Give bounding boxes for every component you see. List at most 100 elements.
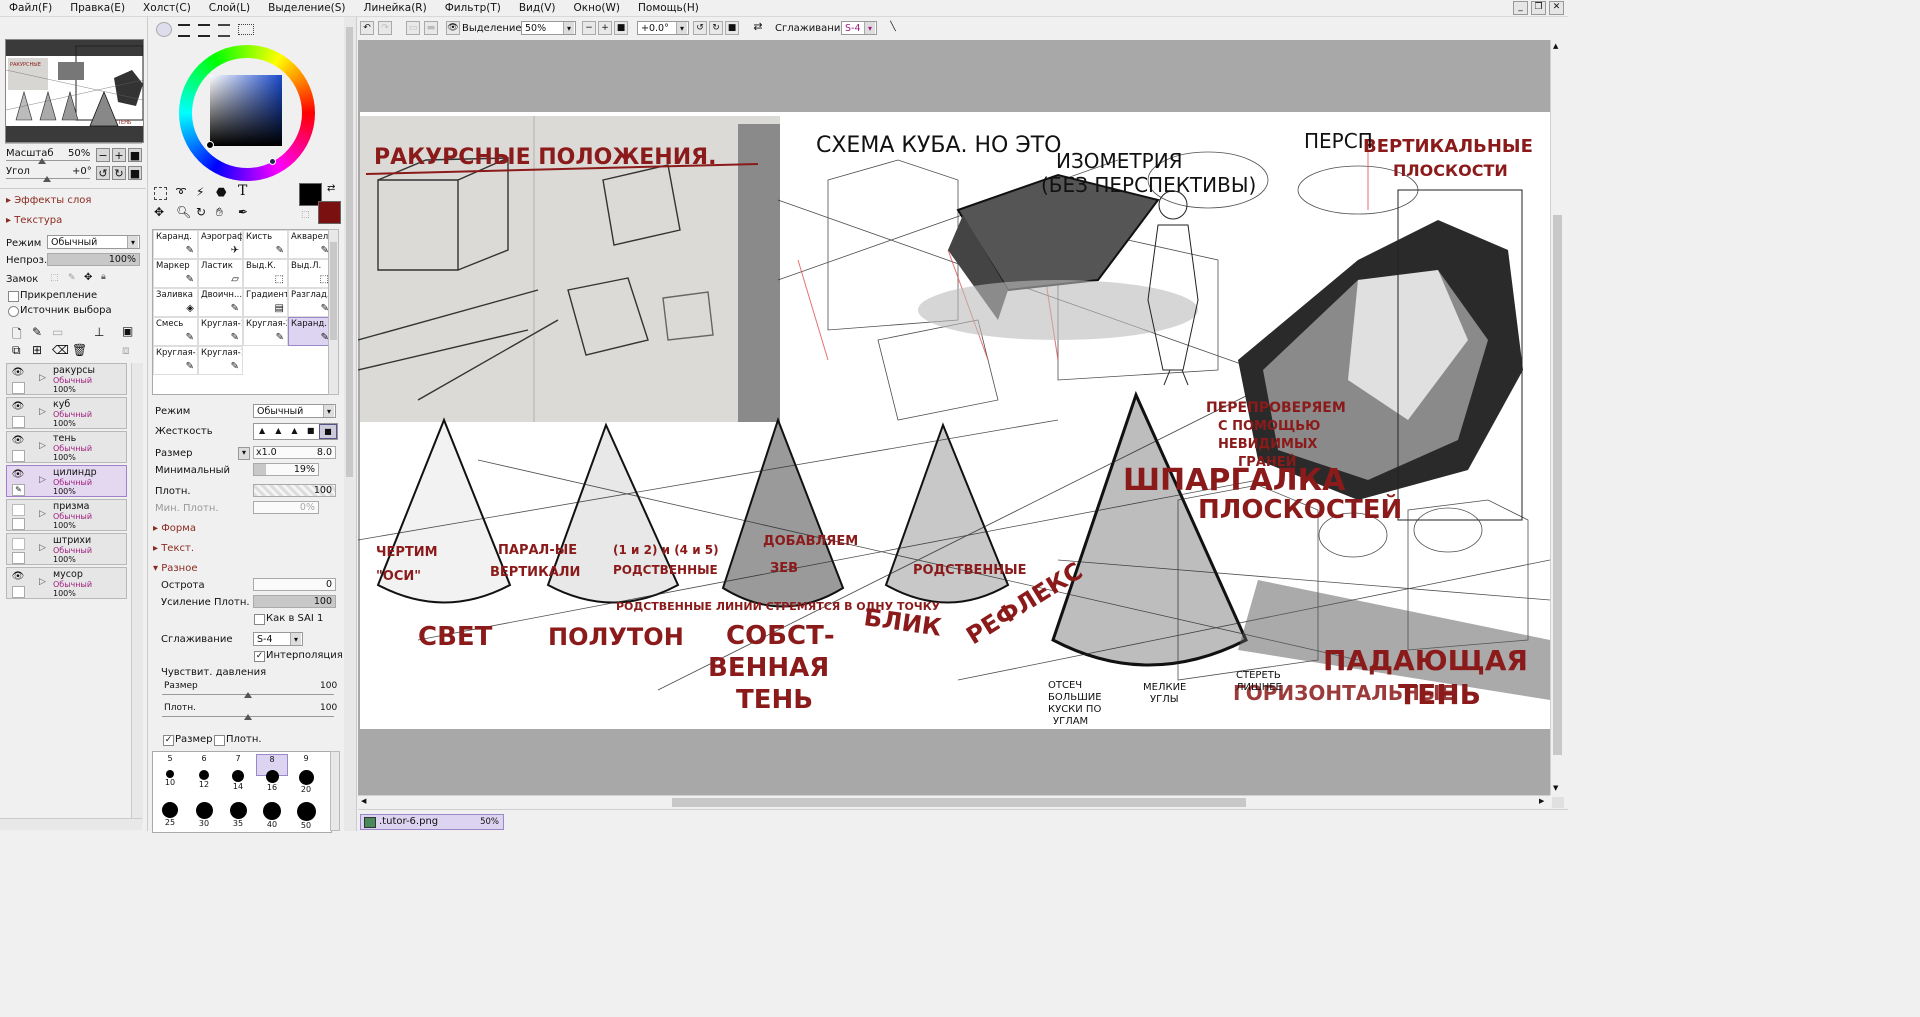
tool-watercolor[interactable]: Акварель ✎ — [288, 230, 333, 259]
layer-opacity-slider[interactable]: 100% — [47, 253, 140, 266]
rotate-ccw-icon[interactable]: ↺ — [693, 21, 707, 35]
menu-selection[interactable]: Выделение(S) — [259, 2, 354, 14]
rotate-reset-button[interactable]: ■ — [128, 166, 142, 180]
ruler-layer-icon[interactable]: ⊥ — [94, 325, 104, 339]
brush-size-preset[interactable]: 12 — [188, 768, 220, 796]
eye-icon[interactable]: 👁︎ — [11, 435, 25, 447]
eye-icon[interactable]: 👁︎ — [11, 367, 25, 379]
tool-bucket[interactable]: Заливка ◈ — [153, 288, 198, 317]
menu-layer[interactable]: Слой(L) — [200, 2, 259, 14]
interpolation-checkbox[interactable]: ✓ — [254, 651, 265, 662]
hue-marker[interactable] — [269, 158, 276, 165]
layer-effects-toggle[interactable]: ▸ Эффекты слоя — [6, 195, 91, 206]
layer-list-scrollbar[interactable] — [131, 363, 143, 823]
menu-window[interactable]: Окно(W) — [565, 2, 629, 14]
color-wheel-tab[interactable] — [156, 22, 172, 37]
tool-grid-scrollbar[interactable] — [328, 229, 339, 395]
move-tool-icon[interactable]: ✥ — [154, 205, 164, 219]
brush-size-preset[interactable]: 40 — [256, 800, 288, 832]
brush-size-preset[interactable]: 16 — [256, 768, 288, 796]
navigator-thumbnail[interactable]: РАКУРСНЫЕ ТЕНЬ — [5, 39, 144, 143]
panel-splitter[interactable] — [344, 17, 357, 831]
preset-density-checkbox[interactable] — [214, 735, 225, 746]
brush-size-preset[interactable]: 30 — [188, 800, 220, 832]
size-mult-select[interactable]: ▾ — [238, 447, 250, 460]
merge-down-icon[interactable]: ⊞ — [32, 343, 42, 357]
eye-icon[interactable]: 👁︎ — [11, 469, 25, 481]
tool-blend[interactable]: Смесь ✎ — [153, 317, 198, 346]
lock-paint-icon[interactable]: ✎ — [68, 273, 76, 283]
brush-size-preset[interactable]: 10 — [154, 768, 186, 796]
hscroll-thumb[interactable] — [672, 798, 1246, 807]
pressure-density-thumb[interactable] — [244, 714, 252, 720]
tool-select-pen[interactable]: Выд.К. ⬚ — [243, 259, 288, 288]
delete-layer-icon[interactable]: 🗑︎ — [72, 343, 87, 357]
layer-item[interactable]: ▷ штрихи Обычный 100% — [6, 533, 127, 565]
layer-select-checkbox[interactable] — [12, 416, 25, 428]
layer-select-checkbox[interactable] — [12, 450, 25, 462]
menu-view[interactable]: Вид(V) — [510, 2, 565, 14]
zoom-in-button[interactable]: + — [112, 148, 126, 162]
new-folder-icon[interactable]: ▭ — [52, 325, 63, 339]
tool-round-1c[interactable]: Круглая-1 ✎ — [198, 346, 243, 375]
expand-icon[interactable]: ▷ — [39, 577, 46, 587]
hardness-option-2[interactable]: ▲ — [270, 424, 286, 439]
file-tab[interactable]: .tutor-6.png 50% — [360, 814, 504, 830]
eyedropper-icon[interactable]: ✒︎ — [238, 205, 248, 219]
rect-select-icon[interactable] — [154, 187, 167, 200]
expand-icon[interactable]: ▷ — [39, 543, 46, 553]
hscroll-right-arrow[interactable]: ▶ — [1539, 797, 1544, 805]
tool-marker[interactable]: Маркер ✎ — [153, 259, 198, 288]
misc-section-toggle[interactable]: ▾ Разное — [153, 563, 198, 574]
clear-layer-icon[interactable]: ⌫ — [52, 343, 69, 357]
hardness-option-4[interactable]: ■ — [303, 424, 319, 439]
hscroll-left-arrow[interactable]: ◀ — [361, 797, 366, 805]
undo-icon[interactable]: ↶ — [360, 21, 374, 35]
texture-section-toggle[interactable]: ▸ Текст. — [153, 543, 194, 554]
new-linework-layer-icon[interactable]: ✎ — [32, 325, 42, 339]
straight-line-icon[interactable]: ╲ — [886, 21, 900, 35]
menu-ruler[interactable]: Линейка(R) — [355, 2, 436, 14]
layer-item[interactable]: 👁︎ ▷ мусор Обычный 100% — [6, 567, 127, 599]
secondary-color-swatch[interactable] — [318, 201, 341, 224]
close-button[interactable]: ✕ — [1549, 1, 1564, 15]
deselect-icon[interactable]: ▭ — [406, 21, 420, 35]
layer-properties-icon[interactable]: ⧈ — [122, 343, 130, 358]
pressure-size-thumb[interactable] — [244, 692, 252, 698]
toolbar-smoothing-select[interactable]: S-4 — [841, 21, 877, 35]
menu-filter[interactable]: Фильтр(T) — [436, 2, 510, 14]
magic-wand-icon[interactable]: ⚡︎ — [196, 185, 204, 199]
menu-canvas[interactable]: Холст(C) — [134, 2, 200, 14]
eye-hidden-icon[interactable] — [12, 504, 25, 516]
canvas-viewport[interactable]: РАКУРСНЫЕ ПОЛОЖЕНИЯ. ВЕРТИКАЛЬНЫЕ ПЛОСКО… — [358, 40, 1550, 795]
color-picker-marker[interactable] — [206, 141, 214, 149]
zoom-out-button[interactable]: − — [96, 148, 110, 162]
sai1-checkbox[interactable] — [254, 614, 265, 625]
expand-icon[interactable]: ▷ — [39, 475, 46, 485]
layer-item[interactable]: 👁︎ ▷ куб Обычный 100% — [6, 397, 127, 429]
hardness-option-1[interactable]: ▲ — [254, 424, 270, 439]
show-selection-icon[interactable]: 👁︎ — [446, 21, 460, 35]
layer-select-checkbox[interactable] — [12, 382, 25, 394]
brush-size-preset[interactable]: 50 — [290, 800, 322, 832]
toolbar-zoom-in-icon[interactable]: + — [598, 21, 612, 35]
shape-section-toggle[interactable]: ▸ Форма — [153, 523, 196, 534]
text-tool-icon[interactable]: T — [238, 183, 247, 199]
rotate-right-button[interactable]: ↻ — [112, 166, 126, 180]
brush-size-preset[interactable]: 25 — [154, 800, 186, 832]
zoom-reset-button[interactable]: ■ — [128, 148, 142, 162]
lasso-icon[interactable]: ➰︎ — [176, 185, 186, 200]
tool-eraser[interactable]: Ластик ▱ — [198, 259, 243, 288]
expand-icon[interactable]: ▷ — [39, 407, 46, 417]
lock-alpha-icon[interactable]: ⬚ — [50, 273, 59, 283]
hsv-sliders-tab[interactable] — [198, 24, 210, 37]
mask-layer-icon[interactable]: ▣ — [122, 324, 133, 338]
lock-move-icon[interactable]: ✥ — [84, 272, 92, 283]
angle-slider-thumb[interactable] — [43, 176, 51, 182]
zoom-slider-thumb[interactable] — [38, 158, 46, 164]
layer-item-selected[interactable]: 👁︎ ✎ ▷ цилиндр Обычный 100% — [6, 465, 127, 497]
flip-horizontal-icon[interactable]: ⇄ — [751, 21, 765, 35]
lock-all-icon[interactable]: 🔒︎ — [101, 272, 106, 282]
brush-size-preset[interactable]: 14 — [222, 768, 254, 796]
texture-toggle[interactable]: ▸ Текстура — [6, 215, 62, 226]
